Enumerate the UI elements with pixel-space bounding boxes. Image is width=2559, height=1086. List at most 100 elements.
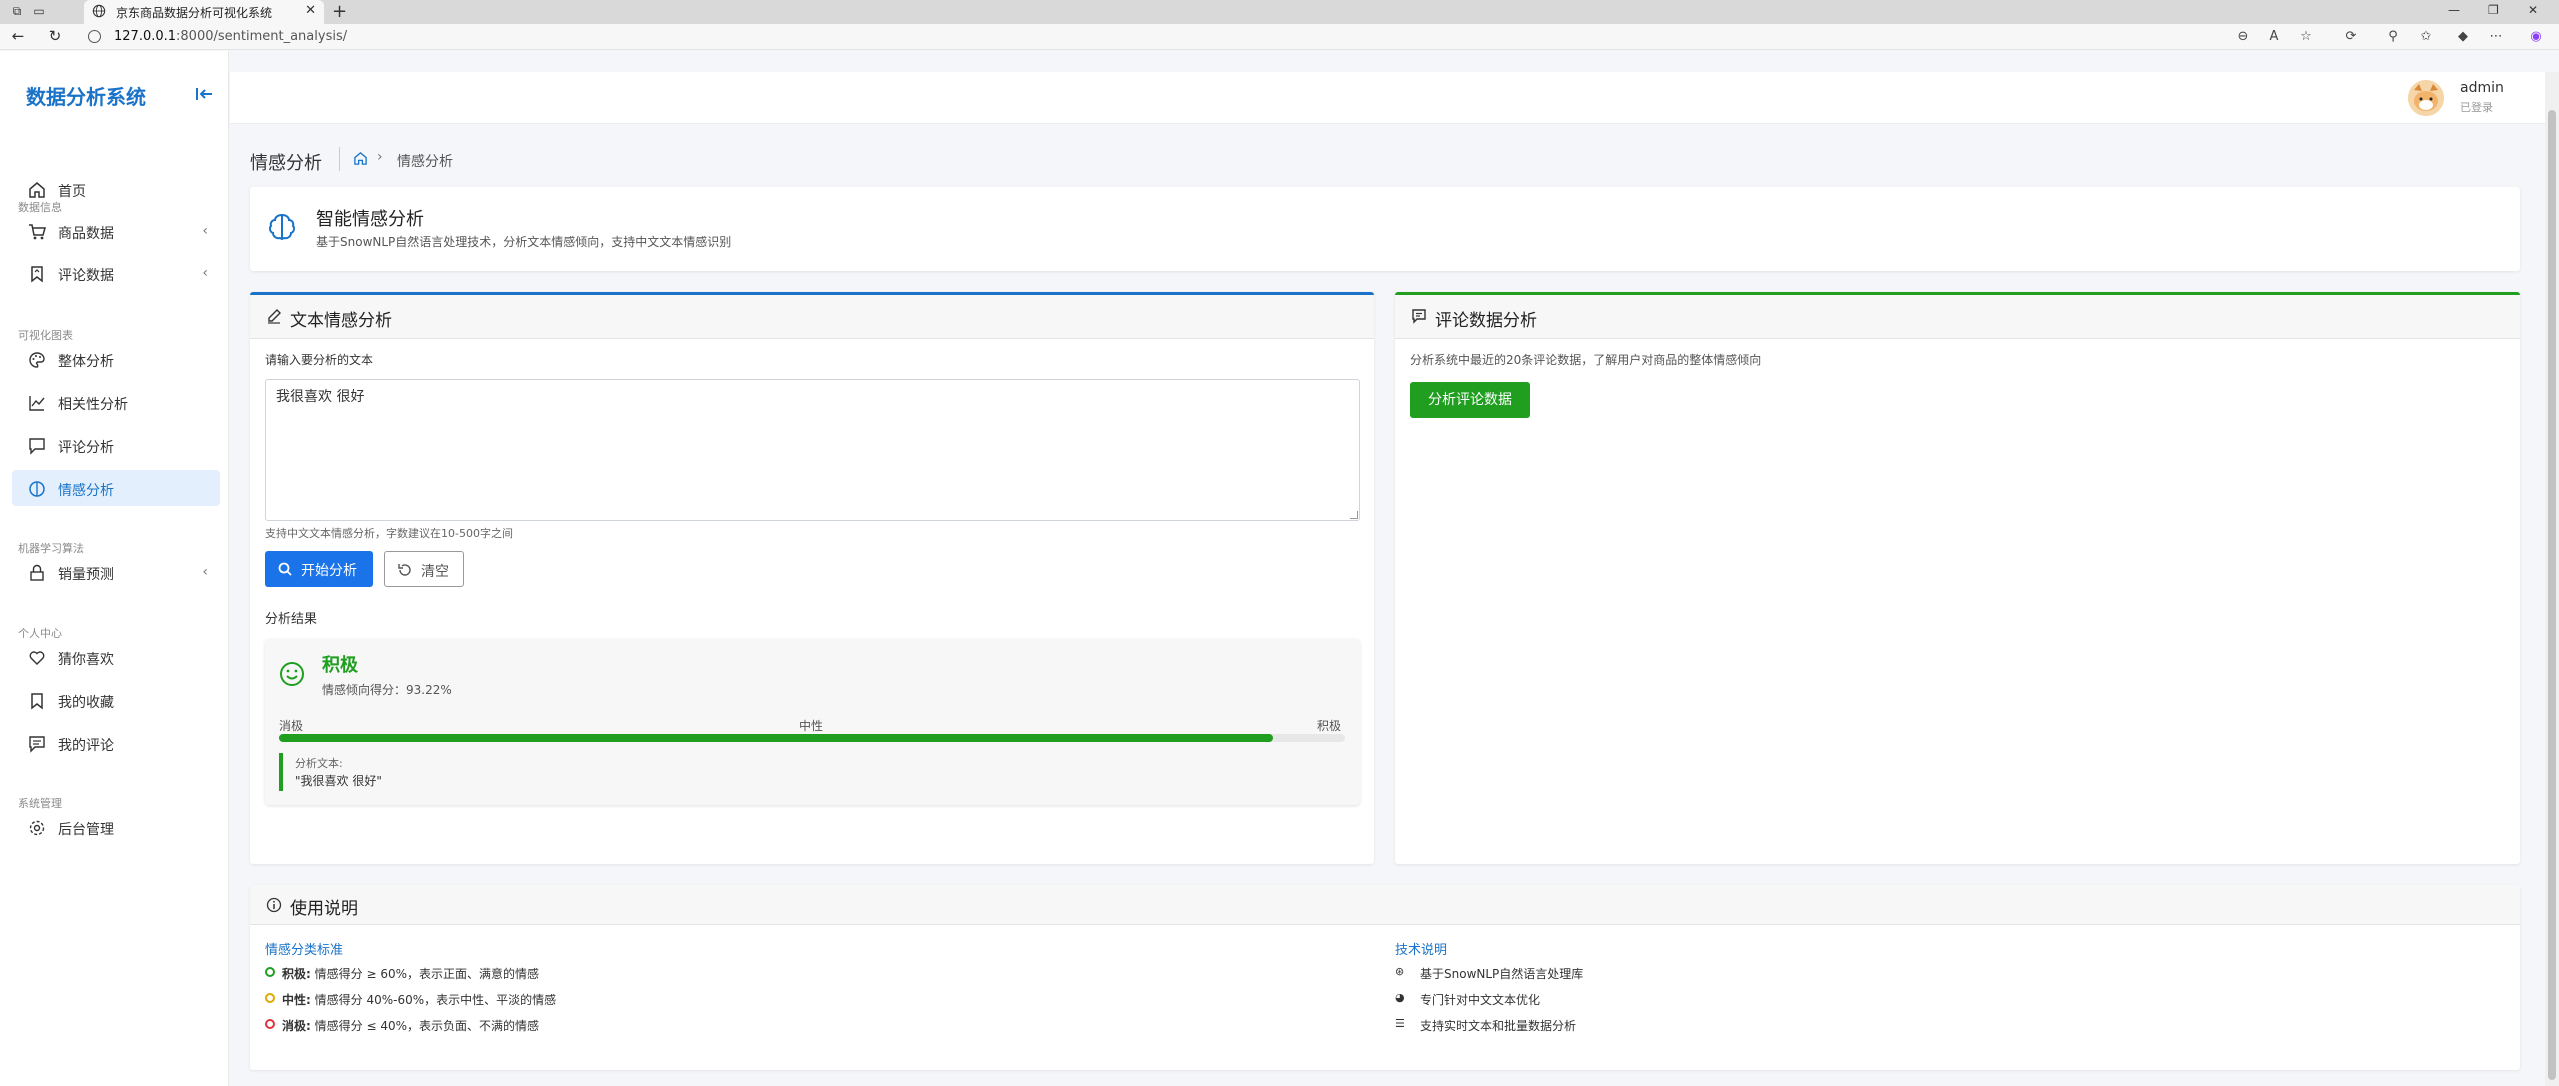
sidebar-item-label: 评论数据 [58, 268, 114, 284]
extensions-icon[interactable]: ⟳ [2343, 29, 2359, 45]
smile-icon [280, 662, 304, 686]
more-options-icon[interactable]: ⋯ [2488, 29, 2504, 45]
tech-item: 支持实时文本和批量数据分析 [1420, 1019, 1577, 1033]
sidebar-item-correlation-analysis[interactable]: 相关性分析 [12, 384, 220, 420]
panel-header: 使用说明 [250, 885, 2520, 925]
sentiment-label: 积极 [322, 655, 358, 676]
tech-item: 专门针对中文文本优化 [1420, 993, 1541, 1007]
chat-bubble-icon [29, 438, 45, 455]
page-title: 情感分析 [250, 153, 322, 174]
sidebar-item-label: 销量预测 [58, 567, 114, 583]
chevron-left-icon: ‹ [202, 564, 208, 580]
tech-item: 基于SnowNLP自然语言处理库 [1420, 967, 1584, 981]
site-info-icon[interactable] [88, 30, 101, 43]
breadcrumb-current: 情感分析 [397, 154, 453, 170]
sidebar-item-my-comments[interactable]: 我的评论 [12, 725, 220, 761]
minimize-icon[interactable]: — [2448, 3, 2460, 17]
scale-negative-label: 消极 [279, 719, 304, 733]
text-input[interactable]: 我很喜欢 很好 [265, 379, 1360, 521]
workspaces-icon[interactable]: ⧉ [10, 4, 24, 18]
home-icon [29, 182, 45, 198]
favorites-icon[interactable]: ✩ [2418, 29, 2434, 45]
sidebar-item-overall-analysis[interactable]: 整体分析 [12, 341, 220, 377]
close-tab-icon[interactable]: ✕ [305, 3, 316, 18]
scrollbar-thumb[interactable] [2548, 110, 2556, 1080]
panel-title: 评论数据分析 [1435, 311, 1537, 331]
sidebar-item-label: 商品数据 [58, 226, 114, 242]
reset-icon [398, 564, 411, 576]
breadcrumb-arrow-icon: › [377, 149, 383, 165]
sidebar-item-review-data[interactable]: 评论数据 ‹ [12, 255, 220, 291]
chevron-left-icon: ‹ [202, 265, 208, 281]
top-header [230, 72, 2545, 124]
criteria-item: 积极: 情感得分 ≥ 60%，表示正面、满意的情感 [282, 967, 539, 981]
read-aloud-icon[interactable]: A [2266, 29, 2282, 45]
url-field[interactable]: 127.0.0.1:8000/sentiment_analysis/ [114, 29, 347, 44]
review-description: 分析系统中最近的20条评论数据，了解用户对商品的整体情感倾向 [1410, 353, 1762, 367]
sentiment-progress-bar [279, 734, 1345, 742]
sentiment-score: 情感倾向得分：93.22% [322, 683, 452, 697]
quote-marker [279, 753, 283, 791]
sidebar-item-label: 整体分析 [58, 354, 114, 370]
favorite-star-icon[interactable]: ☆ [2298, 29, 2314, 45]
zoom-icon[interactable]: ⊖ [2235, 29, 2251, 45]
result-box: 积极 情感倾向得分：93.22% 消极 中性 积极 分析文本: "我很喜欢 很好… [265, 639, 1360, 805]
neutral-dot-icon [265, 993, 275, 1003]
browser-tab[interactable]: 京东商品数据分析可视化系统 ✕ [84, 0, 324, 24]
breadcrumb-divider [339, 147, 340, 171]
brain-icon [268, 213, 296, 241]
comment-icon [1412, 309, 1426, 324]
scale-neutral-label: 中性 [799, 719, 824, 733]
home-icon[interactable] [353, 151, 368, 166]
panel-title: 文本情感分析 [290, 311, 392, 331]
gear-icon [29, 820, 45, 836]
tab-title: 京东商品数据分析可视化系统 [116, 6, 273, 20]
button-label: 清空 [421, 564, 449, 580]
collapse-sidebar-icon[interactable] [196, 87, 214, 101]
back-icon[interactable]: ← [8, 27, 28, 45]
panel-header: 文本情感分析 [250, 295, 1374, 339]
intro-description: 基于SnowNLP自然语言处理技术，分析文本情感倾向，支持中文文本情感识别 [316, 235, 732, 249]
line-chart-icon [29, 396, 45, 411]
sidebar-item-sentiment-analysis[interactable]: 情感分析 [12, 470, 220, 506]
palette-icon [29, 352, 45, 368]
sidebar-item-label: 我的收藏 [58, 695, 114, 711]
sidebar-item-guess-you-like[interactable]: 猜你喜欢 [12, 639, 220, 675]
start-analysis-button[interactable]: 开始分析 [265, 551, 373, 587]
split-screen-icon[interactable]: ⚲ [2385, 29, 2401, 45]
usage-card: 使用说明 情感分类标准 技术说明 积极: 情感得分 ≥ 60%，表示正面、满意的… [250, 885, 2520, 1070]
bookmark-icon [31, 266, 43, 283]
avatar[interactable] [2408, 80, 2444, 116]
new-tab-icon[interactable]: + [332, 1, 347, 22]
analyzed-text: "我很喜欢 很好" [295, 774, 382, 788]
input-label: 请输入要分析的文本 [265, 353, 374, 367]
clear-button[interactable]: 清空 [384, 551, 464, 587]
sidebar-item-label: 首页 [58, 184, 86, 200]
negative-dot-icon [265, 1019, 275, 1029]
sidebar-item-sales-forecast[interactable]: 销量预测 ‹ [12, 554, 220, 590]
tab-actions-icon[interactable]: ▭ [32, 4, 46, 18]
copilot-icon[interactable]: ◉ [2528, 29, 2544, 45]
user-name[interactable]: admin [2460, 80, 2504, 96]
language-icon: ◕ [1395, 991, 1405, 1004]
library-icon: ⊛ [1395, 965, 1405, 978]
sidebar-item-my-favorites[interactable]: 我的收藏 [12, 682, 220, 718]
refresh-icon[interactable]: ↻ [45, 27, 65, 45]
analyze-reviews-button[interactable]: 分析评论数据 [1410, 382, 1530, 418]
scale-positive-label: 积极 [1317, 719, 1342, 733]
sidebar-item-product-data[interactable]: 商品数据 ‹ [12, 213, 220, 249]
resize-handle[interactable] [1350, 511, 1358, 519]
close-window-icon[interactable]: ✕ [2528, 3, 2538, 17]
search-icon [278, 562, 292, 576]
tech-title: 技术说明 [1395, 943, 1448, 958]
restore-icon[interactable]: ❐ [2488, 3, 2499, 17]
sidebar-item-label: 我的评论 [58, 738, 114, 754]
sidebar-item-label: 相关性分析 [58, 397, 128, 413]
sidebar-item-comment-analysis[interactable]: 评论分析 [12, 427, 220, 463]
sidebar-item-admin[interactable]: 后台管理 [12, 809, 220, 845]
collections-icon[interactable]: ◆ [2455, 29, 2471, 45]
address-bar: ← ↻ 127.0.0.1:8000/sentiment_analysis/ ⊖… [0, 24, 2559, 50]
lock-icon [30, 564, 44, 581]
review-analysis-panel: 评论数据分析 分析系统中最近的20条评论数据，了解用户对商品的整体情感倾向 分析… [1395, 292, 2520, 864]
sidebar-item-label: 评论分析 [58, 440, 114, 456]
